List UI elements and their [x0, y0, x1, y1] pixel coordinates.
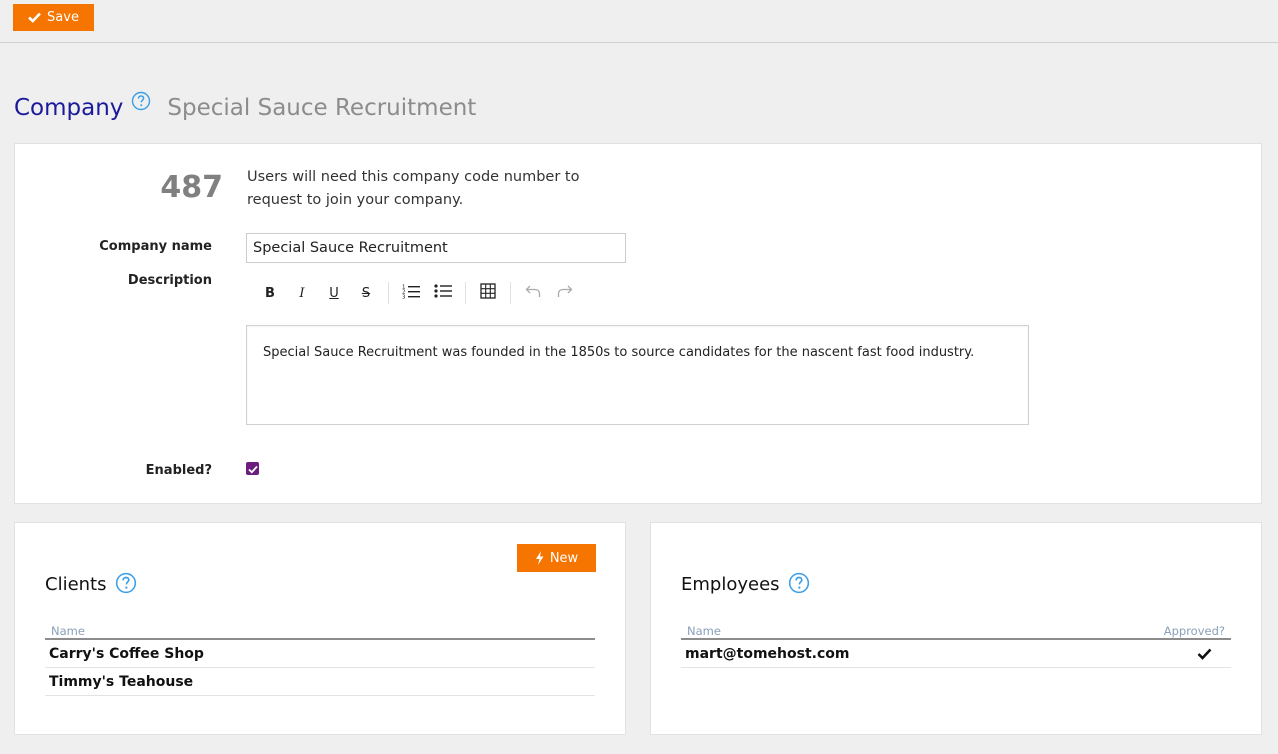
table-button[interactable] [472, 280, 504, 306]
checkmark-icon [28, 12, 41, 23]
clients-title-text: Clients [45, 574, 107, 595]
save-button[interactable]: Save [13, 4, 94, 31]
undo-icon [525, 284, 541, 302]
toolbar-divider [465, 282, 466, 304]
page-header: Company Special Sauce Recruitment [14, 90, 476, 126]
editor-toolbar: B I U S 123 [254, 280, 581, 306]
svg-text:3: 3 [402, 295, 406, 300]
company-name-label: Company name [99, 239, 212, 254]
table-row[interactable]: Carry's Coffee Shop [45, 640, 595, 668]
column-header-approved[interactable]: Approved? [1164, 624, 1225, 638]
table-icon [480, 283, 496, 303]
italic-button[interactable]: I [286, 280, 318, 306]
help-icon[interactable] [131, 91, 151, 111]
column-header-name[interactable]: Name [51, 624, 85, 638]
bold-button[interactable]: B [254, 280, 286, 306]
page-subtitle: Special Sauce Recruitment [167, 95, 477, 121]
enabled-checkbox[interactable] [246, 462, 259, 475]
new-client-button[interactable]: New [517, 544, 596, 572]
enabled-label: Enabled? [145, 463, 212, 478]
table-header: Name [45, 622, 595, 640]
help-icon[interactable] [115, 572, 137, 594]
clients-card: New Clients Name Carry's Coffee Shop Tim… [14, 522, 626, 735]
toolbar-divider [388, 282, 389, 304]
employees-title-text: Employees [681, 574, 780, 595]
help-icon[interactable] [788, 572, 810, 594]
table-row[interactable]: Timmy's Teahouse [45, 668, 595, 696]
description-label: Description [127, 273, 212, 288]
toolbar-divider [510, 282, 511, 304]
column-header-name[interactable]: Name [687, 624, 721, 638]
client-name: Timmy's Teahouse [49, 673, 194, 690]
bullet-list-icon [434, 284, 452, 302]
undo-button[interactable] [517, 280, 549, 306]
company-code-number: 487 [160, 170, 223, 205]
top-toolbar: Save [0, 0, 1278, 43]
page-title: Company [14, 95, 124, 121]
company-code-description: Users will need this company code number… [247, 169, 580, 208]
clients-title: Clients [45, 572, 137, 595]
underline-button[interactable]: U [318, 280, 350, 306]
description-editor[interactable]: Special Sauce Recruitment was founded in… [246, 325, 1029, 425]
employee-email: mart@tomehost.com [685, 645, 850, 662]
approved-check-icon [1181, 648, 1227, 660]
checkmark-icon [247, 459, 258, 478]
client-name: Carry's Coffee Shop [49, 645, 204, 662]
employees-title: Employees [681, 572, 810, 595]
bullet-list-button[interactable] [427, 280, 459, 306]
new-button-label: New [549, 550, 579, 566]
lightning-icon [535, 551, 544, 565]
company-details-card: 487 Users will need this company code nu… [14, 143, 1262, 504]
ordered-list-icon: 123 [402, 283, 420, 303]
redo-icon [557, 284, 573, 302]
table-row[interactable]: mart@tomehost.com [681, 640, 1231, 668]
save-button-label: Save [47, 10, 79, 25]
ordered-list-button[interactable]: 123 [395, 280, 427, 306]
table-header: Name Approved? [681, 622, 1231, 640]
employees-table: Name Approved? mart@tomehost.com [681, 622, 1231, 668]
clients-table: Name Carry's Coffee Shop Timmy's Teahous… [45, 622, 595, 696]
company-name-input[interactable] [246, 233, 626, 263]
strikethrough-button[interactable]: S [350, 280, 382, 306]
redo-button[interactable] [549, 280, 581, 306]
employees-card: Employees Name Approved? mart@tomehost.c… [650, 522, 1262, 735]
